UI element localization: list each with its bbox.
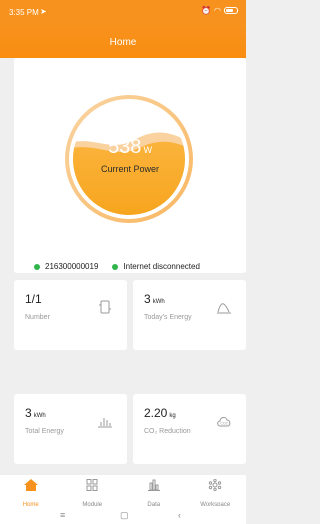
power-number: 538: [108, 136, 142, 158]
page-title: Home: [109, 37, 137, 48]
co2-cloud-icon: CO2: [217, 417, 231, 427]
stat-card-number[interactable]: 1/1 Number: [14, 280, 127, 350]
stat-value: 3 kWh: [25, 406, 46, 420]
current-power-label: Current Power: [100, 164, 160, 174]
stat-label: Number: [25, 314, 50, 321]
curve-chart-icon: [217, 303, 231, 314]
stat-value: 1/1: [25, 292, 42, 306]
navigation-arrow-icon: ➤: [40, 7, 47, 16]
current-power-value: 538 W: [14, 136, 246, 159]
workspace-icon: [209, 479, 222, 491]
device-icon: [99, 300, 111, 314]
home-icon: [23, 479, 38, 491]
power-unit: W: [143, 145, 152, 155]
status-time: 3:35 PM: [9, 8, 39, 17]
stat-value: 3 kWh: [144, 292, 165, 306]
stat-number: 3: [25, 406, 32, 420]
data-chart-icon: [147, 479, 160, 491]
tab-workspace[interactable]: Workspace: [185, 475, 247, 508]
stat-card-today-energy[interactable]: 3 kWh Today's Energy: [133, 280, 246, 350]
status-bar: 3:35 PM ➤ ⏰ ◠: [0, 0, 246, 25]
online-dot-icon: [34, 263, 40, 270]
grid-icon: [86, 479, 98, 491]
menu-icon[interactable]: ≡: [60, 510, 65, 520]
svg-text:CO2: CO2: [220, 422, 227, 426]
current-power-card: 538 W Current Power 216300000019 Internet…: [14, 58, 246, 273]
device-serial[interactable]: 216300000019: [45, 262, 98, 271]
stat-label: Today's Energy: [144, 314, 192, 321]
stat-value: 2.20 kg: [144, 406, 176, 420]
bottom-tab-bar: Home Module Data Workspace: [0, 474, 247, 508]
stat-unit: kg: [169, 413, 176, 419]
stat-card-co2-reduction[interactable]: 2.20 kg CO₂ Reduction CO2: [133, 394, 246, 464]
bar-chart-icon: [98, 418, 112, 428]
stat-label: Total Energy: [25, 428, 64, 435]
back-icon[interactable]: ‹: [178, 510, 181, 520]
header: Home: [0, 25, 246, 58]
stat-number: 3: [144, 292, 151, 306]
system-icons: ⏰ ◠: [201, 6, 238, 15]
tab-module[interactable]: Module: [62, 475, 124, 508]
power-gauge: [65, 95, 193, 223]
stat-unit: kWh: [33, 413, 46, 419]
stat-label: CO₂ Reduction: [144, 428, 191, 435]
wifi-icon: ◠: [214, 6, 221, 15]
internet-status: Internet disconnected: [123, 262, 200, 271]
home-square-icon[interactable]: ▢: [120, 510, 129, 521]
stat-number: 1/1: [25, 292, 42, 306]
device-status-row: 216300000019 Internet disconnected: [34, 262, 200, 271]
stat-card-total-energy[interactable]: 3 kWh Total Energy: [14, 394, 127, 464]
battery-icon: [224, 7, 238, 14]
system-navigation-bar: ≡ ▢ ‹: [0, 506, 246, 524]
internet-dot-icon: [112, 263, 119, 270]
stat-unit: kWh: [152, 299, 165, 305]
stat-number: 2.20: [144, 406, 168, 420]
tab-data[interactable]: Data: [123, 475, 185, 508]
alarm-icon: ⏰: [201, 6, 212, 15]
tab-home[interactable]: Home: [0, 475, 62, 508]
